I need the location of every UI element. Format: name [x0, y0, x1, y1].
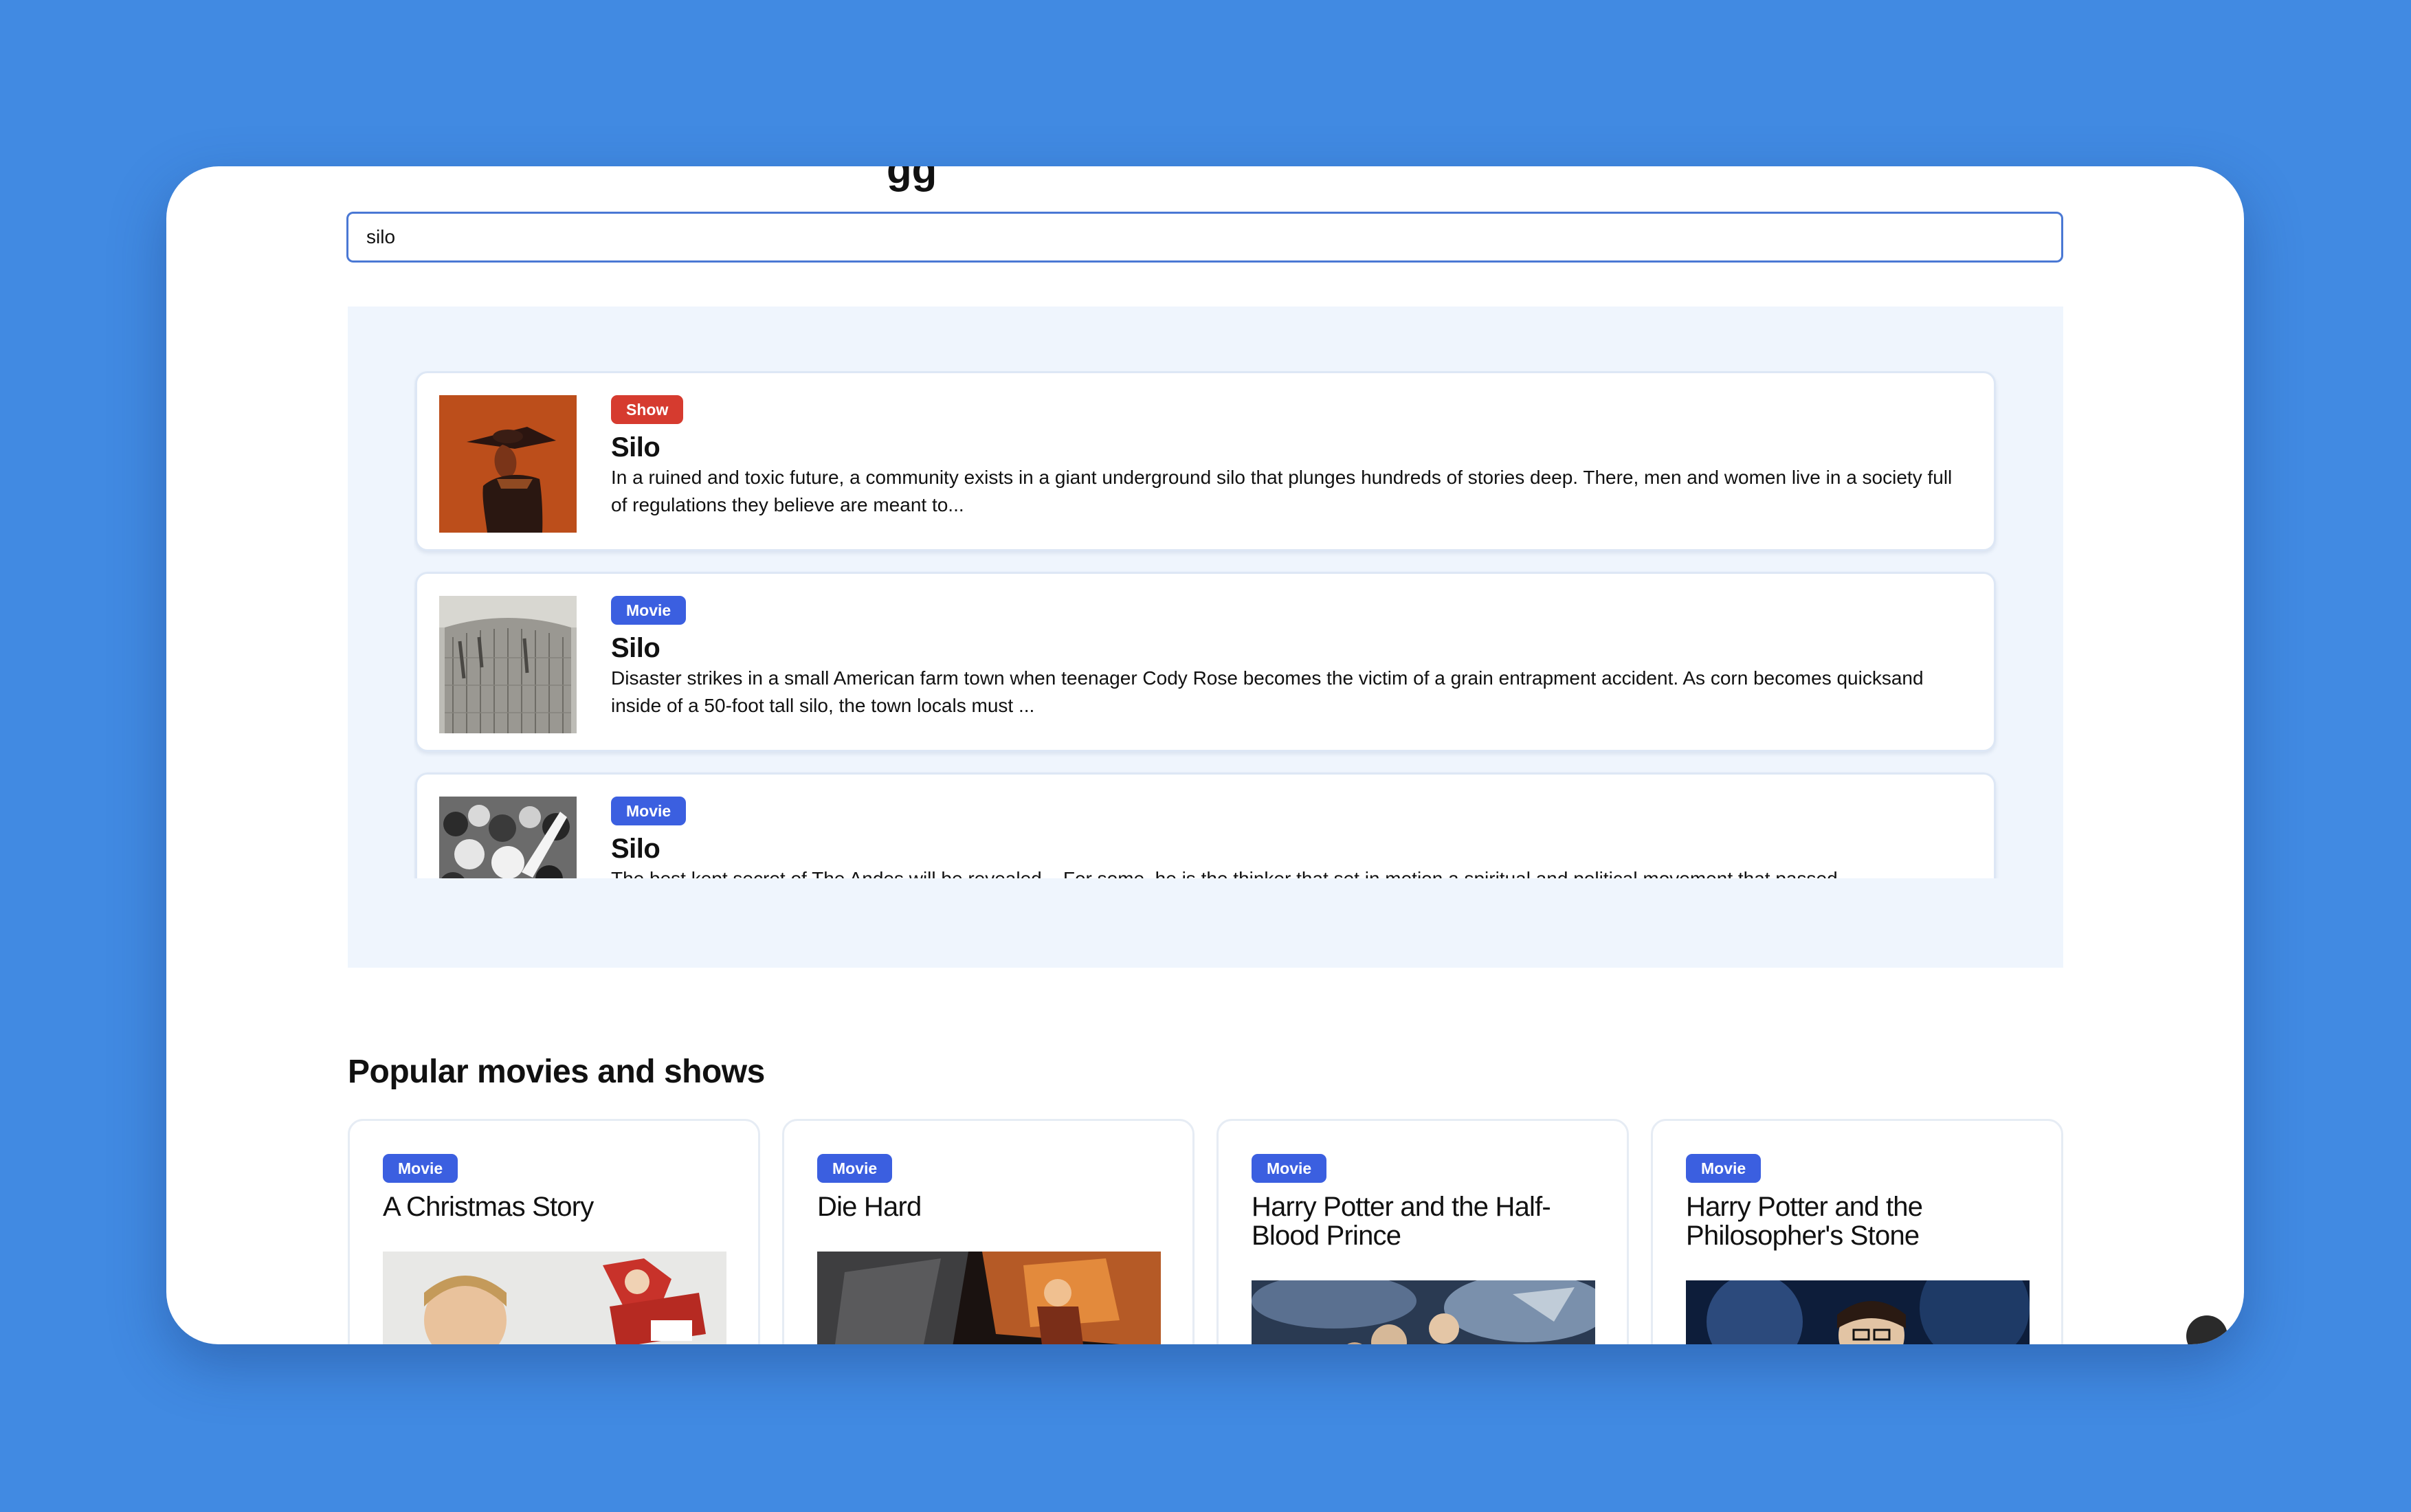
- type-badge: Movie: [611, 797, 687, 825]
- popular-card-poster: [1252, 1280, 1595, 1344]
- search-input[interactable]: [346, 212, 2063, 263]
- popular-card[interactable]: Movie A Christmas Story: [348, 1119, 760, 1344]
- popular-card-poster: [1686, 1280, 2030, 1344]
- type-badge: Movie: [1686, 1154, 1762, 1183]
- result-title[interactable]: Silo: [611, 432, 1972, 463]
- result-poster-image: [439, 395, 577, 533]
- popular-card-poster: [383, 1252, 726, 1344]
- popular-card-title[interactable]: Harry Potter and the Philosopher's Stone: [1686, 1192, 2043, 1250]
- popular-card-title[interactable]: A Christmas Story: [383, 1192, 740, 1221]
- popular-card-title[interactable]: Die Hard: [817, 1192, 1175, 1221]
- result-poster-image: [439, 596, 577, 733]
- popular-card[interactable]: Movie Die Hard: [782, 1119, 1195, 1344]
- type-badge: Movie: [611, 596, 687, 625]
- type-badge: Movie: [817, 1154, 893, 1183]
- result-title[interactable]: Silo: [611, 633, 1972, 663]
- result-poster-image: [439, 797, 577, 878]
- corner-bubble-icon[interactable]: [2186, 1315, 2227, 1344]
- result-title[interactable]: Silo: [611, 834, 1972, 864]
- popular-card[interactable]: Movie Harry Potter and the Half-Blood Pr…: [1216, 1119, 1629, 1344]
- popular-section-heading: Popular movies and shows: [348, 1054, 765, 1090]
- app-window: gg Show Silo: [166, 166, 2244, 1344]
- type-badge: Movie: [1252, 1154, 1327, 1183]
- popular-card-poster: [817, 1252, 1161, 1344]
- result-description: Disaster strikes in a small American far…: [611, 667, 1924, 716]
- popular-card[interactable]: Movie Harry Potter and the Philosopher's…: [1651, 1119, 2063, 1344]
- result-description: The best kept secret of The Andes will b…: [611, 865, 1972, 878]
- search-results-panel: Show Silo In a ruined and toxic future, …: [348, 307, 2063, 968]
- search-result-card[interactable]: Show Silo In a ruined and toxic future, …: [415, 371, 1996, 551]
- result-description: In a ruined and toxic future, a communit…: [611, 467, 1953, 515]
- search-result-card[interactable]: Movie Silo Disaster strikes in a small A…: [415, 572, 1996, 752]
- clipped-page-title: gg: [887, 166, 937, 192]
- type-badge: Movie: [383, 1154, 458, 1183]
- search-result-card[interactable]: Movie Silo The best kept secret of The A…: [415, 772, 1996, 878]
- popular-card-title[interactable]: Harry Potter and the Half-Blood Prince: [1252, 1192, 1609, 1250]
- search-results-list[interactable]: Show Silo In a ruined and toxic future, …: [414, 371, 1999, 878]
- type-badge: Show: [611, 395, 684, 424]
